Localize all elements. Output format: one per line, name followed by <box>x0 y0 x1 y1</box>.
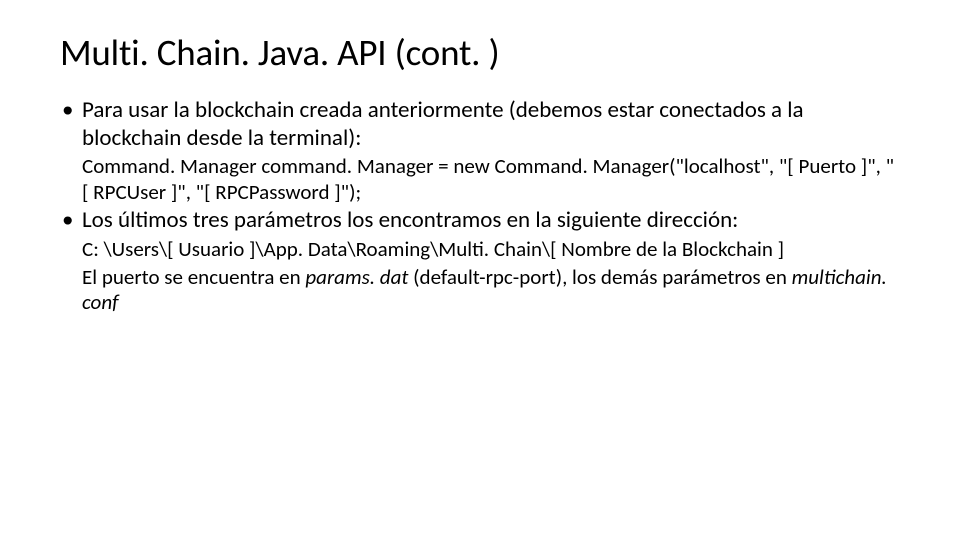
slide-content: Para usar la blockchain creada anteriorm… <box>60 97 900 316</box>
bullet-2-path: C: \Users\[ Usuario ]\App. Data\Roaming\… <box>82 237 900 263</box>
slide-title: Multi. Chain. Java. API (cont. ) <box>60 30 900 75</box>
bullet-2-explain-i1: params. dat <box>305 264 408 290</box>
bullet-2-explain-p1: El puerto se encuentra en <box>82 264 305 290</box>
bullet-1: Para usar la blockchain creada anteriorm… <box>60 97 900 205</box>
bullet-2-text: Los últimos tres parámetros los encontra… <box>82 206 738 234</box>
bullet-2-explain: El puerto se encuentra en params. dat (d… <box>82 265 900 316</box>
bullet-2: Los últimos tres parámetros los encontra… <box>60 207 900 315</box>
bullet-1-code: Command. Manager command. Manager = new … <box>82 154 900 205</box>
bullet-2-explain-p2: (default-rpc-port), los demás parámetros… <box>408 264 791 290</box>
bullet-1-text: Para usar la blockchain creada anteriorm… <box>82 96 804 152</box>
slide: Multi. Chain. Java. API (cont. ) Para us… <box>0 0 960 348</box>
